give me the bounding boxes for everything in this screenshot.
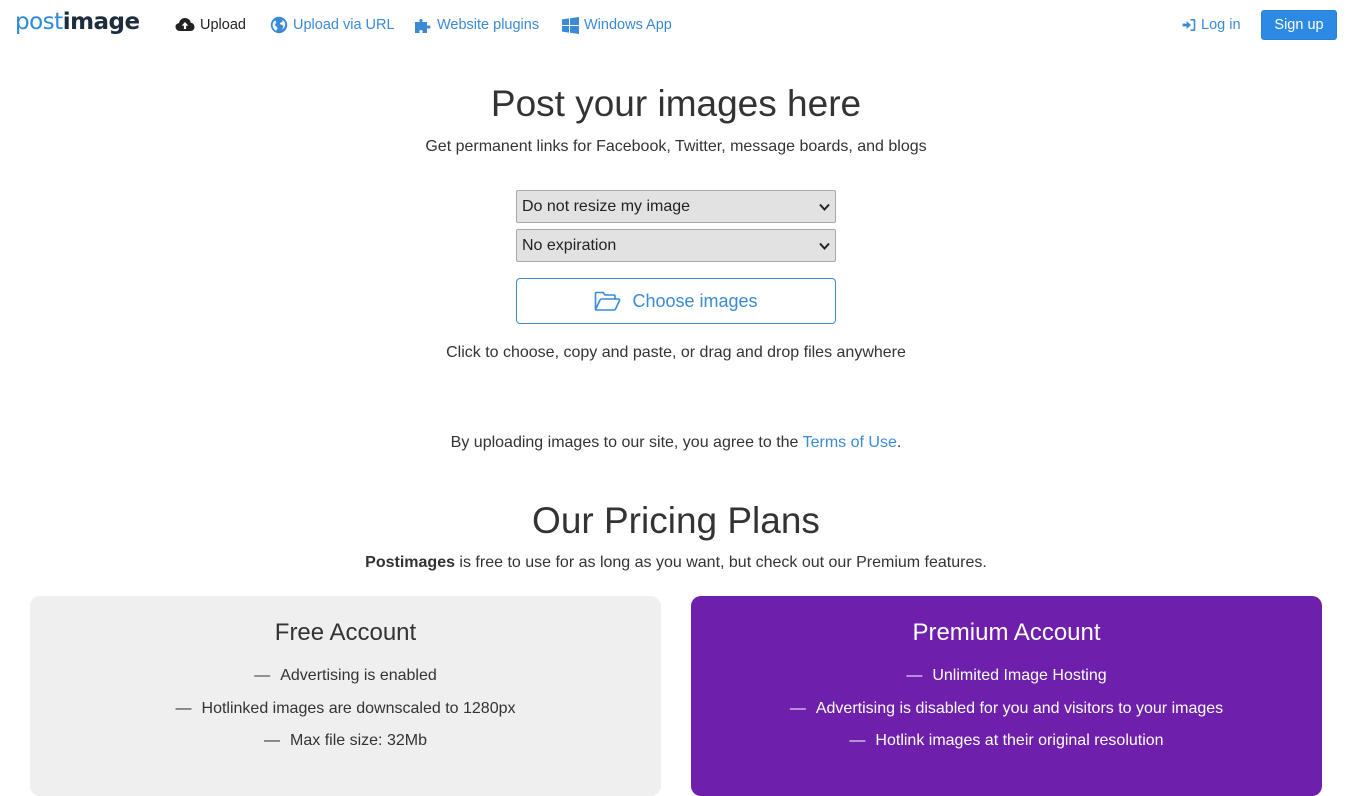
list-item: — Max file size: 32Mb [264, 732, 427, 749]
nav-windows-app-label: Windows App [584, 17, 672, 33]
free-account-features: — Advertising is enabled — Hotlinked image… [30, 666, 661, 764]
expiration-select-value: No expiration [522, 236, 617, 254]
free-account-card: Free Account — Advertising is enabled — Ho… [30, 596, 661, 796]
chevron-down-icon [819, 242, 830, 250]
postimage-logo[interactable]: postimage [15, 7, 140, 37]
nav-login-label: Log in [1201, 17, 1241, 33]
folder-open-icon [595, 291, 621, 311]
hero-title: Post your images here [490, 83, 862, 124]
pricing-brand: Postimages [365, 554, 455, 571]
feature-text: Max file size: 32Mb [290, 732, 427, 749]
list-item: — Advertising is enabled [254, 667, 437, 684]
nav-windows-app-link[interactable]: Windows App [562, 15, 672, 35]
globe-icon [270, 16, 288, 34]
list-item: — Hotlinked images are downscaled to 1280… [175, 699, 516, 717]
nav-login-link[interactable]: Log in [1182, 15, 1241, 35]
pricing-subtitle: Postimages is free to use for as long as… [0, 553, 1352, 573]
premium-account-title: Premium Account [912, 619, 1101, 646]
upload-hint: Click to choose, copy and paste, or drag… [446, 344, 906, 361]
chevron-down-icon [819, 203, 830, 211]
hero-subtitle: Get permanent links for Facebook, Twitte… [425, 138, 927, 155]
pricing-title: Our Pricing Plans [532, 500, 820, 541]
sign-in-icon [1182, 19, 1196, 31]
list-item: — Unlimited Image Hosting [906, 667, 1107, 684]
feature-text: Hotlinked images are downscaled to 1280p… [201, 699, 516, 717]
nav-plugins-label: Website plugins [437, 17, 540, 33]
list-item: — Advertising is disabled for you and vis… [789, 699, 1224, 717]
puzzle-icon [415, 19, 431, 33]
terms-notice: By uploading images to our site, you agr… [0, 433, 1352, 453]
choose-images-label: Choose images [632, 290, 758, 311]
terms-suffix: . [896, 434, 902, 451]
nav-upload-url-label: Upload via URL [293, 17, 395, 33]
nav-upload-label: Upload [200, 17, 246, 33]
nav-upload-link[interactable]: Upload [175, 15, 246, 35]
logo-post-text: post [15, 9, 63, 35]
cloud-upload-icon [175, 18, 195, 31]
navbar: postimage Upload Upload via URL Website … [0, 0, 1352, 50]
choose-images-button[interactable]: Choose images [516, 278, 836, 324]
premium-account-card: Premium Account — Unlimited Image Hosting… [691, 596, 1322, 796]
resize-select-value: Do not resize my image [522, 197, 691, 215]
list-item: — Hotlink images at their original resolu… [849, 732, 1164, 749]
premium-account-features: — Unlimited Image Hosting — Advertising is… [691, 666, 1322, 764]
windows-icon [562, 16, 579, 34]
terms-prefix: By uploading images to our site, you agr… [450, 434, 803, 451]
feature-text: Unlimited Image Hosting [932, 667, 1107, 684]
signup-button[interactable]: Sign up [1261, 10, 1337, 40]
logo-image-text: image [62, 9, 140, 35]
pricing-subtitle-text: is free to use for as long as you want, … [454, 554, 987, 571]
free-account-title: Free Account [274, 619, 417, 646]
feature-text: Advertising is disabled for you and visi… [815, 699, 1224, 717]
nav-plugins-link[interactable]: Website plugins [414, 15, 539, 35]
nav-upload-url-link[interactable]: Upload via URL [270, 15, 395, 35]
resize-select[interactable]: Do not resize my image [516, 190, 836, 223]
expiration-select[interactable]: No expiration [516, 229, 836, 262]
feature-text: Hotlink images at their original resolut… [875, 732, 1164, 749]
feature-text: Advertising is enabled [280, 667, 437, 684]
terms-of-use-link[interactable]: Terms of Use [803, 434, 897, 451]
